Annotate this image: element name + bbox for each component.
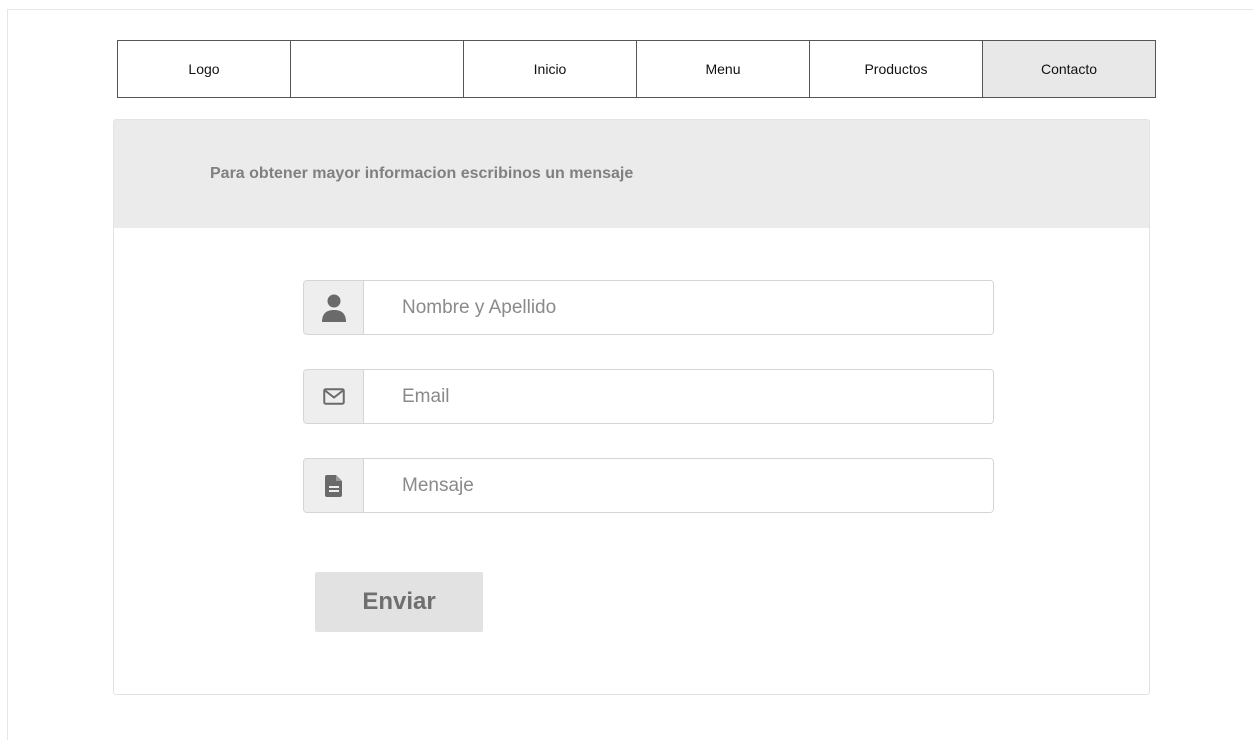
email-input[interactable] bbox=[364, 370, 993, 423]
nav-item-inicio[interactable]: Inicio bbox=[464, 41, 637, 97]
name-field bbox=[303, 280, 994, 335]
email-field bbox=[303, 369, 994, 424]
document-icon bbox=[304, 459, 364, 512]
message-input[interactable] bbox=[364, 459, 993, 512]
nav-item-productos[interactable]: Productos bbox=[810, 41, 983, 97]
contact-panel: Para obtener mayor informacion escribino… bbox=[113, 119, 1150, 695]
nav-item-empty[interactable] bbox=[291, 41, 464, 97]
contact-panel-header: Para obtener mayor informacion escribino… bbox=[114, 120, 1149, 228]
nav-item-logo[interactable]: Logo bbox=[118, 41, 291, 97]
nav-item-menu[interactable]: Menu bbox=[637, 41, 810, 97]
contact-intro-text: Para obtener mayor informacion escribino… bbox=[210, 165, 634, 182]
name-input[interactable] bbox=[364, 281, 993, 334]
user-icon bbox=[304, 281, 364, 334]
message-field bbox=[303, 458, 994, 513]
envelope-icon bbox=[304, 370, 364, 423]
top-nav: Logo Inicio Menu Productos Contacto bbox=[117, 40, 1156, 98]
nav-item-contacto[interactable]: Contacto bbox=[983, 41, 1155, 97]
submit-button[interactable]: Enviar bbox=[315, 572, 483, 632]
